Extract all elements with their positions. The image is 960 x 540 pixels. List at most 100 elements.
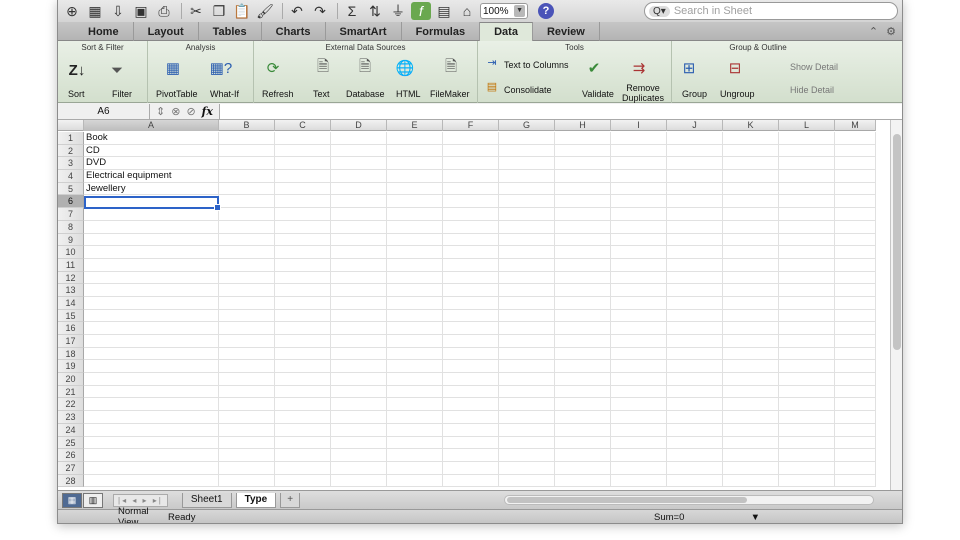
- cell[interactable]: [835, 360, 876, 374]
- row-header[interactable]: 2: [58, 144, 84, 158]
- cell[interactable]: [611, 132, 667, 145]
- cell[interactable]: [387, 322, 443, 335]
- cell[interactable]: CD: [84, 144, 219, 158]
- row-header[interactable]: 8: [58, 220, 84, 234]
- cell[interactable]: [275, 347, 331, 361]
- cell[interactable]: [723, 144, 779, 158]
- cell[interactable]: [275, 157, 331, 171]
- cell[interactable]: [331, 385, 387, 399]
- whatif-button[interactable]: What-If: [210, 89, 239, 99]
- row-header[interactable]: 20: [58, 373, 84, 386]
- cell[interactable]: [555, 296, 611, 310]
- cell[interactable]: [275, 373, 331, 386]
- cell[interactable]: [387, 423, 443, 437]
- cell[interactable]: [555, 157, 611, 171]
- cell[interactable]: [723, 271, 779, 285]
- cell[interactable]: [835, 144, 876, 158]
- cell[interactable]: [499, 347, 555, 361]
- cell[interactable]: [835, 423, 876, 437]
- cell[interactable]: [219, 309, 275, 323]
- cell[interactable]: [555, 284, 611, 297]
- cell[interactable]: [443, 461, 499, 475]
- cell[interactable]: [723, 436, 779, 450]
- cell[interactable]: [443, 373, 499, 386]
- cell[interactable]: [443, 449, 499, 462]
- pivottable-button[interactable]: PivotTable: [156, 89, 198, 99]
- cell[interactable]: [555, 322, 611, 335]
- cell[interactable]: [611, 258, 667, 272]
- cell[interactable]: [84, 322, 219, 335]
- help-icon[interactable]: ?: [538, 3, 554, 19]
- sort-icon[interactable]: ⇅: [365, 2, 385, 20]
- autosum-icon[interactable]: Σ: [342, 2, 362, 20]
- cell[interactable]: [667, 233, 723, 247]
- cell[interactable]: [499, 144, 555, 158]
- cell[interactable]: [219, 411, 275, 424]
- cell[interactable]: [84, 296, 219, 310]
- cell[interactable]: [611, 195, 667, 209]
- cell[interactable]: [779, 258, 835, 272]
- cell[interactable]: [84, 233, 219, 247]
- cell[interactable]: [611, 322, 667, 335]
- row-header[interactable]: 15: [58, 309, 84, 323]
- cell[interactable]: [723, 195, 779, 209]
- cell[interactable]: [667, 373, 723, 386]
- cell[interactable]: [275, 220, 331, 234]
- cell[interactable]: [779, 246, 835, 259]
- cell[interactable]: [331, 284, 387, 297]
- text-file-icon[interactable]: 🗎: [312, 57, 334, 79]
- row-header[interactable]: 13: [58, 284, 84, 297]
- cell[interactable]: [387, 233, 443, 247]
- cell[interactable]: [387, 144, 443, 158]
- cell[interactable]: [443, 296, 499, 310]
- cell[interactable]: [331, 182, 387, 196]
- cell[interactable]: [835, 170, 876, 183]
- consolidate-button[interactable]: Consolidate: [504, 85, 552, 95]
- column-header-f[interactable]: F: [443, 120, 499, 131]
- cell[interactable]: [555, 170, 611, 183]
- cell[interactable]: [667, 208, 723, 221]
- row-header[interactable]: 5: [58, 182, 84, 196]
- cell[interactable]: [555, 258, 611, 272]
- cell[interactable]: [555, 144, 611, 158]
- cell[interactable]: [611, 246, 667, 259]
- row-header[interactable]: 1: [58, 132, 84, 145]
- cell[interactable]: [331, 271, 387, 285]
- cell[interactable]: [443, 182, 499, 196]
- cell[interactable]: [331, 144, 387, 158]
- cell[interactable]: [443, 271, 499, 285]
- cell[interactable]: [555, 411, 611, 424]
- cell[interactable]: [667, 347, 723, 361]
- cell[interactable]: [219, 385, 275, 399]
- print-icon[interactable]: ⎙: [154, 2, 174, 20]
- cell[interactable]: [443, 322, 499, 335]
- cell[interactable]: [835, 474, 876, 488]
- cell[interactable]: [667, 220, 723, 234]
- cell[interactable]: [667, 398, 723, 412]
- cell[interactable]: [219, 182, 275, 196]
- scroll-thumb[interactable]: [507, 497, 747, 503]
- filemaker-icon[interactable]: 🗎: [440, 57, 462, 79]
- cell[interactable]: [219, 373, 275, 386]
- cell[interactable]: [219, 335, 275, 348]
- cell[interactable]: [555, 182, 611, 196]
- cell[interactable]: [443, 246, 499, 259]
- cell[interactable]: [387, 157, 443, 171]
- cell[interactable]: [84, 411, 219, 424]
- cell[interactable]: [443, 157, 499, 171]
- cell[interactable]: [387, 436, 443, 450]
- cancel-icon[interactable]: ⊗: [171, 105, 180, 118]
- cell[interactable]: [499, 220, 555, 234]
- cell[interactable]: [275, 132, 331, 145]
- cell[interactable]: [499, 322, 555, 335]
- cell[interactable]: [387, 335, 443, 348]
- cell[interactable]: [443, 220, 499, 234]
- cell[interactable]: [667, 309, 723, 323]
- cell[interactable]: [443, 144, 499, 158]
- cell[interactable]: [779, 157, 835, 171]
- row-header[interactable]: 12: [58, 271, 84, 285]
- cell[interactable]: [779, 144, 835, 158]
- cell[interactable]: [331, 220, 387, 234]
- cell[interactable]: [84, 423, 219, 437]
- cell[interactable]: [779, 373, 835, 386]
